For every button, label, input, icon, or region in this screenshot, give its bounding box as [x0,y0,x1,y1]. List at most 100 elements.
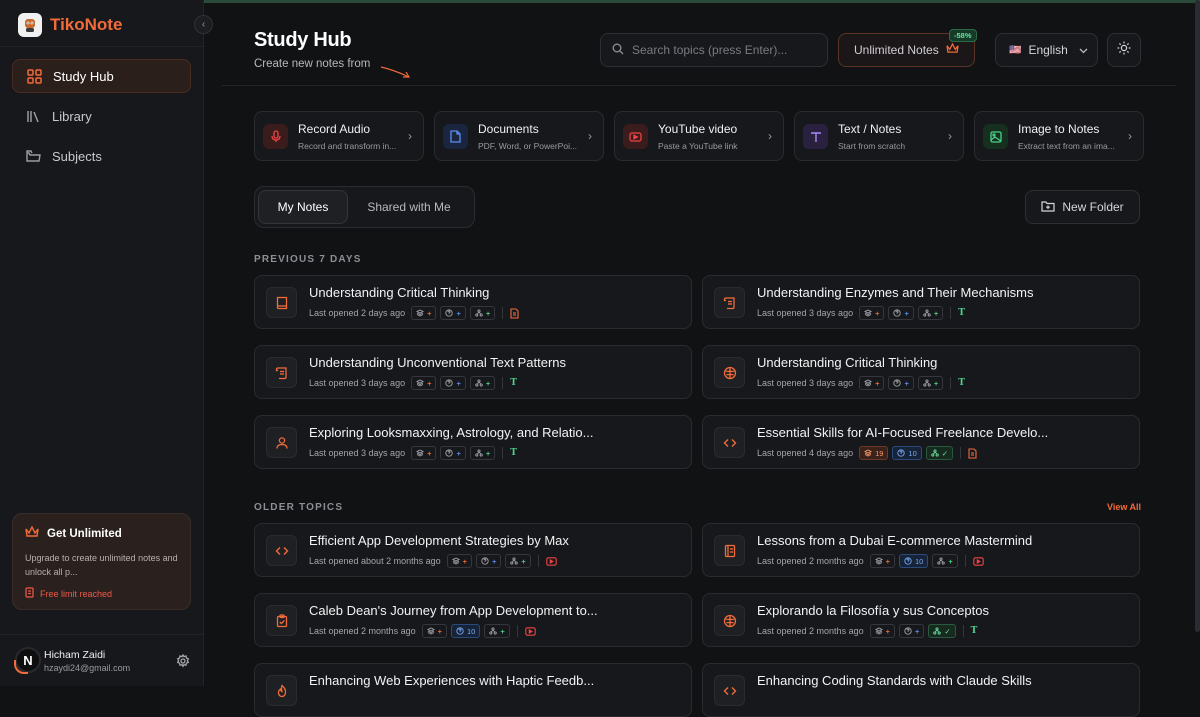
chevron-right-icon: › [408,129,412,143]
action-text-notes[interactable]: Text / Notes Start from scratch › [794,111,964,161]
search-icon [612,43,624,58]
quiz-chip[interactable]: + [440,376,466,390]
quiz-chip[interactable]: + [888,306,914,320]
note-card[interactable]: Understanding Enzymes and Their Mechanis… [702,275,1140,329]
chevron-right-icon: › [768,129,772,143]
quiz-chip[interactable]: + [898,624,925,638]
theme-toggle-button[interactable] [1107,33,1141,67]
notes-tabs: My Notes Shared with Me [254,186,475,228]
mindmap-chip[interactable]: ✓ [925,446,954,460]
sidebar-item-subjects[interactable]: Subjects [12,139,191,173]
note-last-opened: Last opened 3 days ago [309,448,406,458]
upgrade-title-row: Get Unlimited [25,525,178,541]
quiz-chip[interactable]: + [440,306,466,320]
quiz-chip[interactable]: 10 [898,554,929,568]
note-last-opened: Last opened 2 months ago [309,626,416,636]
note-title: Understanding Enzymes and Their Mechanis… [757,285,1034,300]
note-last-opened: Last opened 3 days ago [757,378,854,388]
flashcards-chip[interactable]: + [411,446,437,460]
sidebar-item-label: Study Hub [53,68,114,84]
note-card[interactable]: Explorando la Filosofía y sus Conceptos L… [702,593,1140,647]
unlimited-label: Unlimited Notes [854,43,939,57]
note-card[interactable]: Essential Skills for AI-Focused Freelanc… [702,415,1140,469]
text-icon: T [510,448,517,458]
quiz-chip[interactable]: + [476,554,502,568]
avatar[interactable]: N [14,647,41,674]
create-actions: Record Audio Record and transform in... … [254,111,1144,161]
note-card[interactable]: Caleb Dean's Journey from App Developmen… [254,593,692,647]
view-all-link[interactable]: View All [1107,502,1141,512]
mindmap-chip[interactable]: + [484,624,510,638]
meta-divider [960,447,962,459]
meta-divider [516,625,518,637]
collapse-sidebar-button[interactable]: ‹ [194,15,213,34]
tab-shared-with-me[interactable]: Shared with Me [348,190,470,224]
code-icon [714,675,745,706]
note-card[interactable]: Exploring Looksmaxxing, Astrology, and R… [254,415,692,469]
mindmap-chip[interactable]: + [469,306,496,320]
mindmap-chip[interactable]: ✓ [928,624,956,638]
user-profile[interactable]: N Hicham Zaidi hzaydi24@gmail.com [0,634,204,686]
note-meta: Last opened 2 months ago +10 + [309,624,536,638]
note-last-opened: Last opened about 2 months ago [309,556,441,566]
note-title: Understanding Critical Thinking [309,285,490,300]
flashcards-chip[interactable]: + [859,376,885,390]
note-card[interactable]: Understanding Critical Thinking Last open… [702,345,1140,399]
tab-my-notes[interactable]: My Notes [258,190,348,224]
mindmap-chip[interactable]: + [505,554,531,568]
note-card[interactable]: Lessons from a Dubai E-commerce Mastermi… [702,523,1140,577]
search-placeholder: Search topics (press Enter)... [632,43,788,57]
flashcards-chip[interactable]: + [411,306,437,320]
action-youtube-video[interactable]: YouTube video Paste a YouTube link › [614,111,784,161]
quiz-chip[interactable]: 10 [450,624,481,638]
section-older-topics: OLDER TOPICS [254,502,344,513]
action-documents[interactable]: Documents PDF, Word, or PowerPoi... › [434,111,604,161]
note-card[interactable]: Understanding Critical Thinking Last open… [254,275,692,329]
flashcards-chip[interactable]: + [446,554,472,568]
note-meta: Last opened 2 months ago +10 + [757,554,984,568]
flashcards-chip[interactable]: + [411,376,437,390]
chevron-right-icon: › [1128,129,1132,143]
flashcards-chip[interactable]: + [869,554,895,568]
header-divider [222,85,1176,86]
mindmap-chip[interactable]: + [917,306,944,320]
quiz-chip[interactable]: + [440,446,466,460]
note-last-opened: Last opened 2 months ago [757,626,864,636]
sidebar-item-study-hub[interactable]: Study Hub [12,59,191,93]
scroll-icon [714,287,745,318]
upgrade-card[interactable]: Get Unlimited Upgrade to create unlimite… [12,513,191,610]
sidebar-item-library[interactable]: Library [12,99,191,133]
note-title: Essential Skills for AI-Focused Freelanc… [757,425,1049,440]
action-image-to-notes[interactable]: Image to Notes Extract text from an ima.… [974,111,1144,161]
meta-divider [502,307,504,319]
library-icon [25,108,41,124]
language-select[interactable]: 🇺🇸 English [995,33,1098,67]
note-card[interactable]: Enhancing Coding Standards with Claude S… [702,663,1140,717]
quiz-chip[interactable]: + [888,376,914,390]
sidebar-divider [0,46,204,47]
flashcards-chip[interactable]: 19 [859,446,889,460]
search-input[interactable]: Search topics (press Enter)... [600,33,828,67]
note-card[interactable]: Efficient App Development Strategies by … [254,523,692,577]
note-card[interactable]: Enhancing Web Experiences with Haptic Fe… [254,663,692,717]
image-icon [983,124,1008,149]
app-logo[interactable]: TikoNote [18,13,122,37]
quiz-chip[interactable]: 10 [892,446,922,460]
flashcards-chip[interactable]: + [869,624,895,638]
flashcards-chip[interactable]: + [421,624,447,638]
meta-divider [950,307,952,319]
mindmap-chip[interactable]: + [469,376,496,390]
grid-icon [26,68,42,84]
note-card[interactable]: Understanding Unconventional Text Patter… [254,345,692,399]
arrow-icon [380,66,411,78]
scrollbar[interactable] [1195,0,1200,632]
gear-icon[interactable] [176,653,190,668]
crown-icon [946,42,959,57]
mindmap-chip[interactable]: + [917,376,944,390]
clipboard-icon [266,605,297,636]
action-record-audio[interactable]: Record Audio Record and transform in... … [254,111,424,161]
mindmap-chip[interactable]: + [932,554,958,568]
new-folder-button[interactable]: New Folder [1025,190,1140,224]
mindmap-chip[interactable]: + [469,446,496,460]
flashcards-chip[interactable]: + [859,306,885,320]
